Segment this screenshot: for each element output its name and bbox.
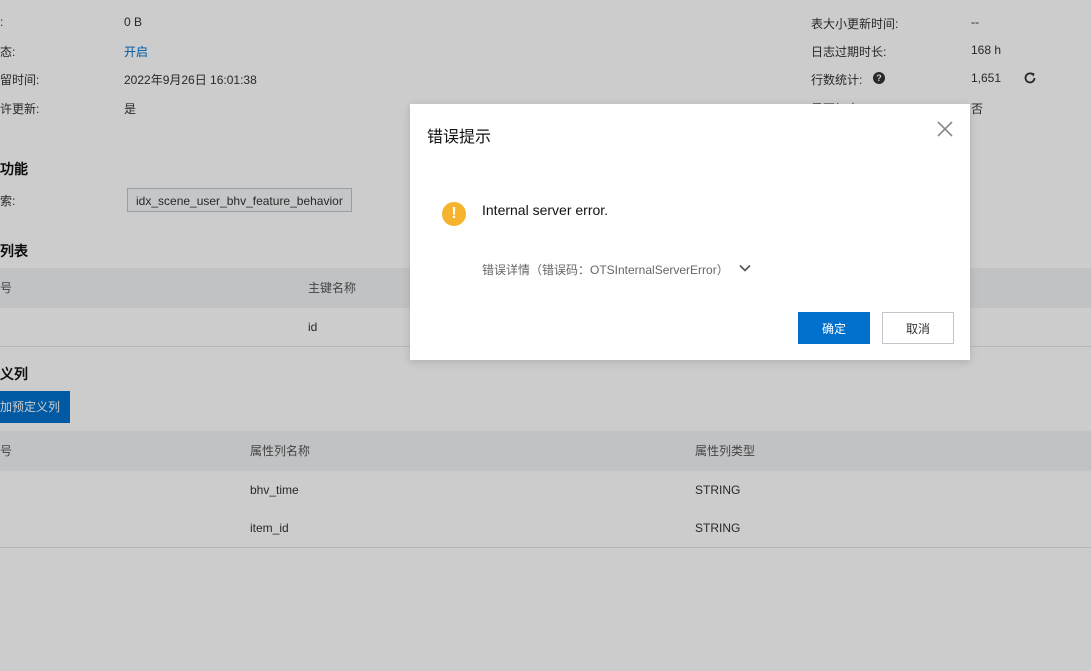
cancel-button[interactable]: 取消	[882, 312, 954, 344]
chevron-down-icon[interactable]	[738, 261, 752, 275]
close-icon[interactable]	[936, 120, 954, 138]
error-dialog: 错误提示 ! Internal server error. 错误详情（错误码：O…	[410, 104, 970, 360]
error-detail-toggle[interactable]: 错误详情（错误码：OTSInternalServerError）	[482, 261, 729, 278]
warning-icon: !	[442, 202, 466, 226]
page: : 0 B 态: 开启 留时间: 2022年9月26日 16:01:38 许更新…	[0, 0, 1091, 671]
ok-button[interactable]: 确定	[798, 312, 870, 344]
dialog-title: 错误提示	[427, 129, 492, 146]
error-message: Internal server error.	[482, 202, 609, 218]
